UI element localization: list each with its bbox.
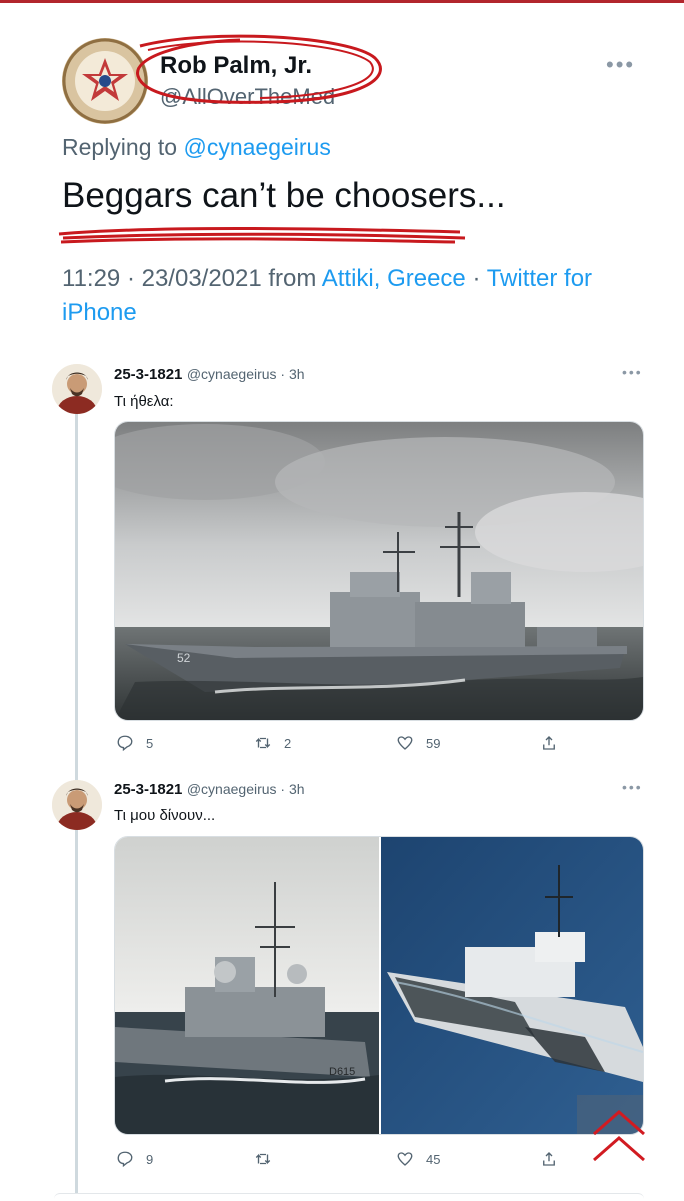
- scroll-up-icon[interactable]: [588, 1106, 650, 1166]
- gallery-divider: [379, 837, 381, 1134]
- reply-media-gallery[interactable]: D615: [114, 836, 644, 1135]
- avatar-portrait: [52, 780, 102, 830]
- heart-icon: [397, 1152, 413, 1166]
- avatar[interactable]: [52, 780, 102, 830]
- more-icon[interactable]: •••: [622, 779, 643, 795]
- retweet-button[interactable]: 2: [254, 734, 291, 752]
- tweet-time[interactable]: 11:29 · 23/03/2021 from: [62, 265, 322, 292]
- like-count: 45: [426, 1151, 441, 1167]
- reply-count: 5: [146, 735, 154, 751]
- more-icon[interactable]: •••: [606, 52, 635, 78]
- like-button[interactable]: 59: [396, 734, 440, 752]
- tweet-location[interactable]: Attiki, Greece: [322, 265, 466, 292]
- hull-number-1: 52: [177, 651, 191, 665]
- retweet-count: 2: [284, 735, 292, 751]
- reply-count: 9: [146, 1151, 154, 1167]
- author-name[interactable]: Rob Palm, Jr.: [160, 52, 312, 80]
- more-icon[interactable]: •••: [622, 364, 643, 380]
- reply-text: Τι ήθελα:: [114, 393, 174, 410]
- author-handle[interactable]: @AllOverTheMed: [160, 84, 335, 110]
- meta-separator: ·: [465, 265, 487, 292]
- reply-text: Τι μου δίνουν...: [114, 807, 216, 824]
- avatar[interactable]: [62, 38, 148, 124]
- red-scribble-underline: [58, 227, 466, 244]
- like-button[interactable]: 45: [396, 1150, 440, 1168]
- reply-author-name[interactable]: 25-3-1821: [114, 781, 182, 798]
- heart-icon: [397, 736, 413, 750]
- retweet-icon: [255, 1153, 271, 1165]
- cruiser-photo: 52: [115, 422, 643, 720]
- share-icon: [543, 1152, 555, 1166]
- share-icon: [543, 736, 555, 750]
- top-bar: [0, 0, 684, 3]
- reply-author-handle[interactable]: @cynaegeirus · 3h: [187, 781, 305, 797]
- replying-to: Replying to @cynaegeirus: [62, 134, 331, 161]
- tweet-meta: 11:29 · 23/03/2021 from Attiki, Greece ·…: [62, 262, 652, 330]
- reply-author-name[interactable]: 25-3-1821: [114, 366, 182, 383]
- reply-icon: [117, 735, 133, 752]
- reply-author-handle[interactable]: @cynaegeirus · 3h: [187, 366, 305, 382]
- share-button[interactable]: [540, 734, 558, 752]
- retweet-button[interactable]: [254, 1150, 284, 1168]
- reply-media-image[interactable]: 52: [114, 421, 644, 721]
- replying-prefix: Replying to: [62, 134, 184, 160]
- reply-button[interactable]: 5: [116, 734, 153, 752]
- reply-icon: [117, 1151, 133, 1168]
- retweet-icon: [255, 737, 271, 749]
- hull-number-2: D615: [329, 1066, 355, 1078]
- avatar[interactable]: [52, 364, 102, 414]
- avatar-portrait: [52, 364, 102, 414]
- like-count: 59: [426, 735, 441, 751]
- tweet-text: Beggars can’t be choosers...: [62, 176, 506, 215]
- reply-header: 25-3-1821 @cynaegeirus · 3h: [114, 366, 305, 384]
- reply-button[interactable]: 9: [116, 1150, 153, 1168]
- replying-to-link[interactable]: @cynaegeirus: [183, 134, 330, 160]
- share-button[interactable]: [540, 1150, 558, 1168]
- bicentennial-logo: [62, 38, 148, 124]
- reply-header: 25-3-1821 @cynaegeirus · 3h: [114, 781, 305, 799]
